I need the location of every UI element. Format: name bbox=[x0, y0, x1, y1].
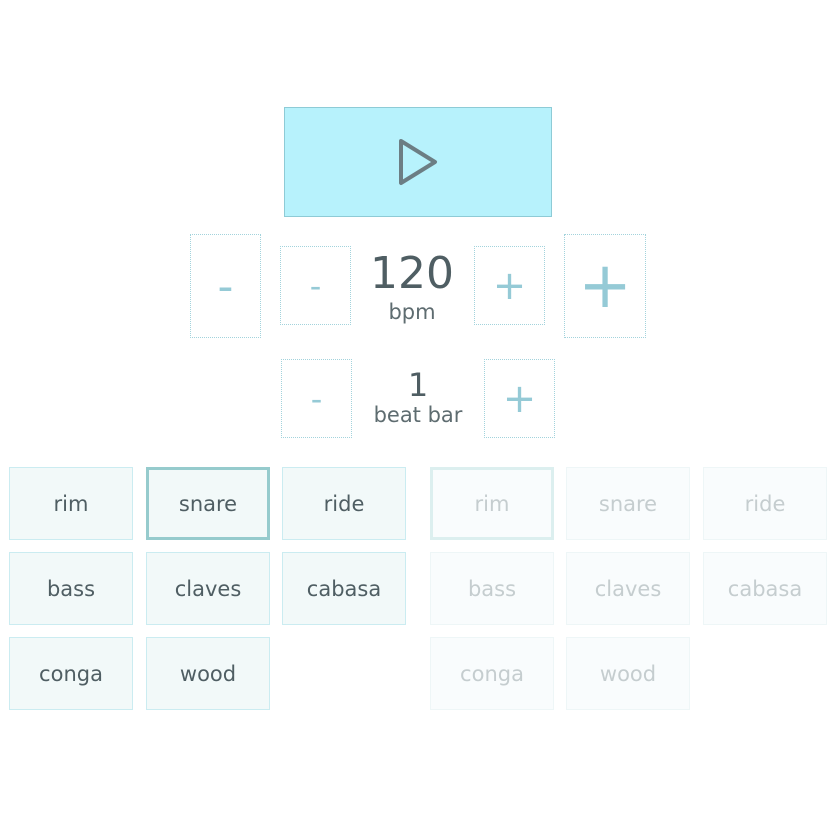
play-icon bbox=[399, 139, 437, 185]
beats-unit: beat bar bbox=[373, 403, 463, 427]
right-pad-rim[interactable]: rim bbox=[430, 467, 554, 540]
right-pad-bass[interactable]: bass bbox=[430, 552, 554, 625]
left-pad-cabasa[interactable]: cabasa bbox=[282, 552, 406, 625]
left-pad-rim[interactable]: rim bbox=[9, 467, 133, 540]
play-button[interactable] bbox=[284, 107, 552, 217]
beats-value: 1 bbox=[407, 366, 429, 404]
beats-increase-button[interactable]: + bbox=[484, 359, 555, 438]
tempo-unit: bpm bbox=[388, 300, 436, 324]
right-pad-wood[interactable]: wood bbox=[566, 637, 690, 710]
tempo-decrease-large-button[interactable]: - bbox=[190, 234, 261, 338]
right-pad-claves[interactable]: claves bbox=[566, 552, 690, 625]
tempo-increase-small-button[interactable]: + bbox=[474, 246, 545, 325]
right-pad-ride[interactable]: ride bbox=[703, 467, 827, 540]
right-pad-conga[interactable]: conga bbox=[430, 637, 554, 710]
left-pad-ride[interactable]: ride bbox=[282, 467, 406, 540]
right-pad-snare[interactable]: snare bbox=[566, 467, 690, 540]
tempo-increase-large-button[interactable]: + bbox=[564, 234, 646, 338]
left-pad-snare[interactable]: snare bbox=[146, 467, 270, 540]
tempo-decrease-small-button[interactable]: - bbox=[280, 246, 351, 325]
left-pad-bass[interactable]: bass bbox=[9, 552, 133, 625]
right-pad-cabasa[interactable]: cabasa bbox=[703, 552, 827, 625]
tempo-readout: 120 bpm bbox=[361, 252, 463, 323]
left-pad-claves[interactable]: claves bbox=[146, 552, 270, 625]
beats-readout: 1 beat bar bbox=[358, 369, 478, 426]
tempo-value: 120 bbox=[370, 248, 454, 299]
left-pad-wood[interactable]: wood bbox=[146, 637, 270, 710]
left-pad-conga[interactable]: conga bbox=[9, 637, 133, 710]
metronome-app: - - 120 bpm + + - 1 beat bar + rim snare… bbox=[0, 0, 834, 834]
beats-decrease-button[interactable]: - bbox=[281, 359, 352, 438]
